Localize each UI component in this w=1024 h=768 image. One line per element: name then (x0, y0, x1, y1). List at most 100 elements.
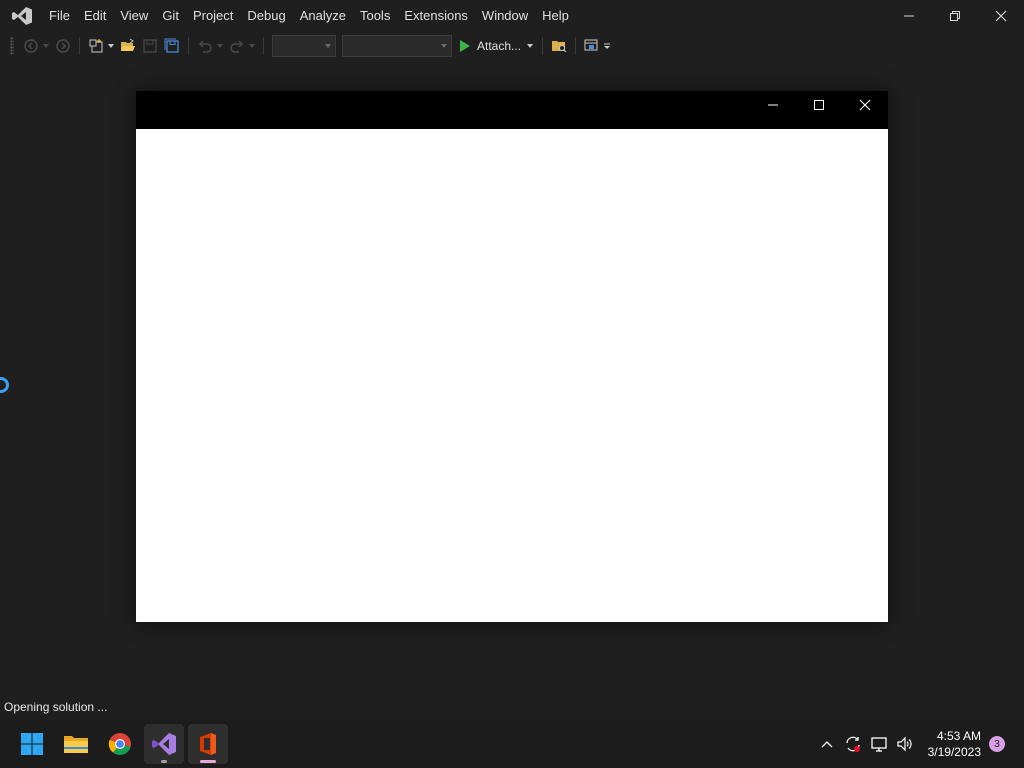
undo-icon (198, 40, 212, 53)
chevron-down-icon (441, 44, 447, 48)
restore-button[interactable] (932, 0, 978, 32)
chevron-down-icon (43, 44, 49, 48)
child-maximize-button[interactable] (796, 91, 842, 119)
new-project-icon (89, 39, 103, 53)
sync-status-button[interactable] (841, 732, 865, 756)
toolbar-separator (188, 37, 189, 55)
attach-label: Attach... (477, 39, 522, 53)
navigate-forward-button[interactable] (53, 36, 73, 56)
child-close-button[interactable] (842, 91, 888, 119)
child-window-content (136, 129, 888, 622)
show-hidden-icons-button[interactable] (815, 732, 839, 756)
start-debug-icon (460, 40, 470, 52)
layout-icon (584, 39, 598, 51)
taskbar-file-explorer[interactable] (56, 724, 96, 764)
volume-icon (897, 736, 912, 752)
new-project-button[interactable] (86, 36, 106, 56)
child-window (136, 91, 888, 622)
standard-toolbar: Attach... (0, 32, 1024, 60)
menu-extensions[interactable]: Extensions (397, 0, 475, 32)
menu-file[interactable]: File (42, 0, 77, 32)
toolbar-separator (79, 37, 80, 55)
save-button[interactable] (140, 36, 160, 56)
main-window-controls (886, 0, 1024, 32)
solution-configuration-combo[interactable] (272, 35, 336, 57)
menu-project[interactable]: Project (186, 0, 240, 32)
new-project-dropdown[interactable] (107, 36, 115, 56)
child-window-controls (750, 91, 888, 119)
menu-tools[interactable]: Tools (353, 0, 397, 32)
chevron-down-icon (325, 44, 331, 48)
network-button[interactable] (867, 732, 891, 756)
navigate-forward-icon (56, 39, 70, 53)
chrome-icon (108, 733, 131, 755)
redo-icon (230, 40, 244, 53)
maximize-icon (814, 100, 824, 110)
start-button[interactable] (12, 724, 52, 764)
window-layout-button[interactable] (582, 36, 602, 56)
system-tray: 4:53 AM 3/19/2023 3 (814, 720, 1024, 768)
toolbar-options-dropdown[interactable] (603, 36, 611, 56)
solution-explorer-button[interactable] (549, 36, 569, 56)
clock-time: 4:53 AM (936, 729, 981, 743)
sync-icon (845, 736, 860, 752)
undo-button[interactable] (195, 36, 215, 56)
taskbar-clock[interactable]: 4:53 AM 3/19/2023 (928, 728, 981, 760)
menu-analyze[interactable]: Analyze (293, 0, 353, 32)
undo-dropdown[interactable] (216, 36, 224, 56)
loading-spinner-icon (0, 376, 10, 394)
chevron-down-icon (527, 44, 534, 48)
toolbar-separator (542, 37, 544, 55)
attach-button[interactable]: Attach... (455, 35, 537, 57)
solution-explorer-icon (552, 41, 567, 53)
close-icon (859, 99, 871, 111)
toolbar-separator (575, 37, 577, 55)
display-icon (870, 737, 887, 752)
toolbar-separator (263, 37, 264, 55)
open-folder-button[interactable] (118, 36, 138, 56)
status-bar-text: Opening solution ... (4, 700, 108, 714)
save-all-icon (164, 38, 179, 53)
taskbar-app-indicator (200, 760, 216, 763)
redo-button[interactable] (227, 36, 247, 56)
visual-studio-icon (152, 733, 176, 755)
minimize-icon (904, 15, 914, 17)
child-window-titlebar (136, 91, 888, 129)
menu-edit[interactable]: Edit (77, 0, 113, 32)
chevron-down-icon (249, 44, 255, 48)
minimize-button[interactable] (886, 0, 932, 32)
menu-window[interactable]: Window (475, 0, 535, 32)
menu-debug[interactable]: Debug (240, 0, 292, 32)
redo-dropdown[interactable] (248, 36, 256, 56)
navigate-back-icon (24, 39, 38, 53)
child-minimize-button[interactable] (750, 91, 796, 119)
chevron-down-icon (604, 43, 611, 49)
save-all-button[interactable] (162, 36, 182, 56)
taskbar-apps (10, 720, 230, 768)
volume-button[interactable] (893, 732, 917, 756)
solution-platform-combo[interactable] (342, 35, 452, 57)
chevron-up-icon (821, 741, 833, 748)
restore-icon (950, 11, 960, 21)
navigate-back-button[interactable] (21, 36, 41, 56)
toolbar-grip[interactable] (10, 37, 14, 55)
chevron-down-icon (108, 44, 114, 48)
menu-items: File Edit View Git Project Debug Analyze… (42, 0, 576, 32)
taskbar-chrome[interactable] (100, 724, 140, 764)
visual-studio-logo-icon (11, 5, 33, 27)
windows-start-icon (21, 733, 43, 755)
notification-badge[interactable]: 3 (989, 736, 1005, 752)
file-explorer-icon (64, 736, 88, 753)
menu-git[interactable]: Git (155, 0, 186, 32)
navigate-back-dropdown[interactable] (42, 36, 50, 56)
save-icon (143, 39, 157, 53)
taskbar: 4:53 AM 3/19/2023 3 (0, 720, 1024, 768)
close-button[interactable] (978, 0, 1024, 32)
minimize-icon (768, 104, 778, 106)
taskbar-office[interactable] (188, 724, 228, 764)
menu-view[interactable]: View (113, 0, 155, 32)
taskbar-visual-studio[interactable] (144, 724, 184, 764)
taskbar-app-indicator (161, 760, 167, 763)
close-icon (995, 10, 1007, 22)
menu-help[interactable]: Help (535, 0, 576, 32)
